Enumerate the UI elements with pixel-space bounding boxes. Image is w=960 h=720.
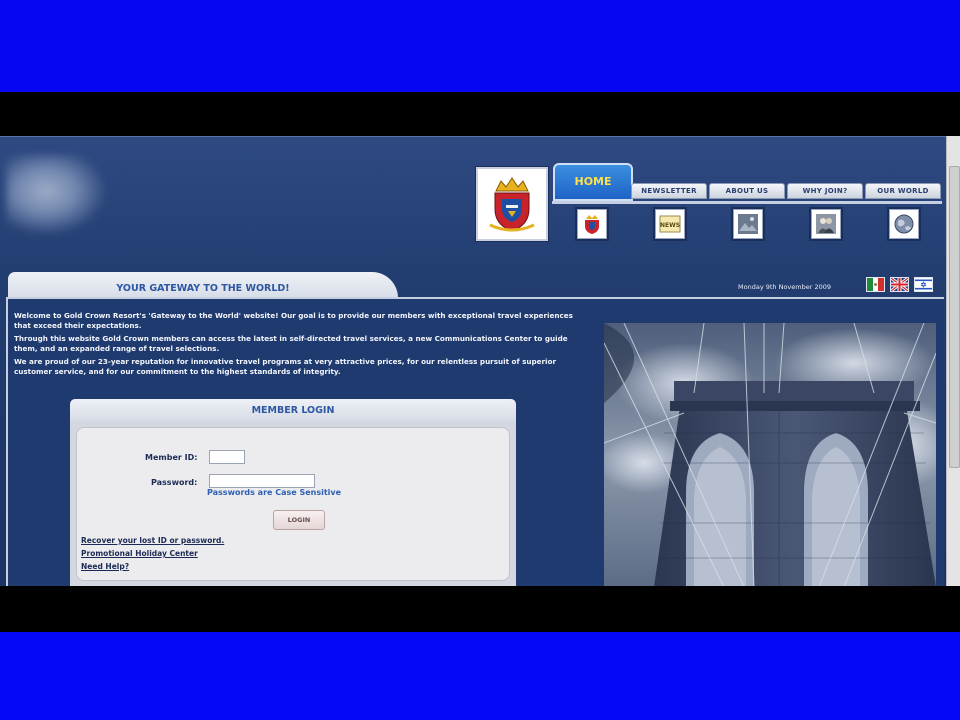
tab-about-us[interactable]: ABOUT US xyxy=(709,183,785,199)
login-button[interactable]: LOGIN xyxy=(273,510,325,530)
nav-why-join-button[interactable] xyxy=(811,209,841,239)
scrollbar-thumb[interactable] xyxy=(949,166,960,468)
current-date: Monday 9th November 2009 xyxy=(738,283,832,291)
mexico-flag-icon[interactable] xyxy=(866,277,885,292)
member-login-box: Member ID: Password: Passwords are Case … xyxy=(70,421,516,587)
intro-paragraph-reputation: We are proud of our 23-year reputation f… xyxy=(14,357,556,376)
tab-divider-line xyxy=(552,201,942,204)
nav-crest-button[interactable] xyxy=(577,209,607,239)
news-icon: NEWS xyxy=(659,215,681,233)
intro-paragraph-welcome: Welcome to Gold Crown Resort's 'Gateway … xyxy=(14,311,573,330)
member-login-form: Member ID: Password: Passwords are Case … xyxy=(76,427,510,581)
nav-about-button[interactable] xyxy=(733,209,763,239)
member-id-input[interactable] xyxy=(209,450,245,464)
nav-newsletter-button[interactable]: NEWS xyxy=(655,209,685,239)
password-input[interactable] xyxy=(209,474,315,488)
letterbox-bottom xyxy=(0,586,960,632)
svg-text:NEWS: NEWS xyxy=(660,222,680,229)
intro-text: Welcome to Gold Crown Resort's 'Gateway … xyxy=(14,311,574,380)
letterbox-top xyxy=(0,92,960,136)
tab-our-world[interactable]: OUR WORLD xyxy=(865,183,941,199)
member-id-label: Member ID: xyxy=(145,453,198,462)
blurred-logo xyxy=(6,155,106,235)
intro-paragraph-services: Through this website Gold Crown members … xyxy=(14,334,568,353)
crest-icon xyxy=(585,215,599,234)
israel-flag-icon[interactable] xyxy=(914,277,933,292)
people-icon xyxy=(816,214,836,234)
tab-home[interactable]: HOME xyxy=(553,163,633,201)
nav-our-world-button[interactable] xyxy=(889,209,919,239)
uk-flag-icon[interactable] xyxy=(890,277,909,292)
password-case-note: Passwords are Case Sensitive xyxy=(207,488,342,497)
crest-icon xyxy=(489,177,535,232)
video-frame-top-band xyxy=(0,0,960,92)
photo-icon xyxy=(738,214,758,234)
tab-why-join[interactable]: WHY JOIN? xyxy=(787,183,863,199)
crest-logo[interactable] xyxy=(476,167,548,241)
video-frame-bottom-band xyxy=(0,632,960,720)
vertical-scrollbar[interactable] xyxy=(946,136,960,586)
gateway-banner: YOUR GATEWAY TO THE WORLD! xyxy=(8,272,398,298)
bridge-photo xyxy=(604,323,936,587)
promotional-holiday-link[interactable]: Promotional Holiday Center xyxy=(81,549,198,558)
member-login-header: MEMBER LOGIN xyxy=(70,399,516,421)
tab-newsletter[interactable]: NEWSLETTER xyxy=(631,183,707,199)
website-page: HOME NEWSLETTER ABOUT US WHY JOIN? OUR W… xyxy=(0,136,946,587)
recover-id-link[interactable]: Recover your lost ID or password. xyxy=(81,536,224,545)
need-help-link[interactable]: Need Help? xyxy=(81,562,129,571)
password-label: Password: xyxy=(151,478,198,487)
globe-icon xyxy=(894,214,914,234)
